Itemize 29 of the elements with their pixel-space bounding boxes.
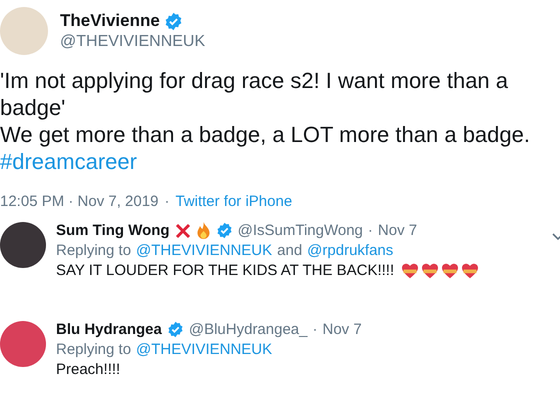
heart-icon (421, 262, 440, 278)
separator-dot: · (164, 193, 170, 210)
mention-link[interactable]: @THEVIVIENNEUK (136, 242, 272, 259)
reply-text: Preach!!!! (56, 361, 120, 378)
user-handle[interactable]: @BluHydrangea_ (188, 321, 308, 338)
mention-link[interactable]: @rpdrukfans (307, 242, 394, 259)
reply-date[interactable]: Nov 7 (378, 222, 418, 239)
reply-text: SAY IT LOUDER FOR THE KIDS AT THE BACK!!!! (56, 262, 394, 279)
display-name[interactable]: Blu Hydrangea (56, 321, 162, 338)
heart-icon (441, 262, 460, 278)
tweet-text: We get more than a badge, a LOT more than a badge. (0, 121, 531, 148)
replying-to-label: Replying to (56, 341, 132, 358)
reply-date[interactable]: Nov 7 (322, 321, 362, 338)
hashtag-link[interactable]: #dreamcareer (0, 148, 137, 175)
conjunction-text: and (277, 242, 302, 259)
source-link[interactable]: Twitter for iPhone (175, 193, 292, 210)
user-handle[interactable]: @IsSumTingWong (238, 222, 363, 239)
separator-dot: · (312, 321, 318, 338)
display-name[interactable]: Sum Ting Wong (56, 222, 170, 239)
avatar[interactable] (0, 222, 46, 268)
tweet-text: 'Im not applying for drag race s2! I want more than a badge' (0, 67, 510, 121)
tweet-timestamp[interactable]: 12:05 PM · Nov 7, 2019 (0, 193, 158, 210)
separator-dot: · (368, 222, 373, 239)
replying-to-label: Replying to (56, 242, 132, 259)
user-handle[interactable]: @THEVIVIENNEUK (60, 33, 206, 51)
heart-icon (461, 262, 480, 278)
mention-link[interactable]: @THEVIVIENNEUK (136, 341, 272, 358)
display-name[interactable]: TheVivienne (60, 11, 160, 31)
fire-icon (196, 222, 211, 239)
